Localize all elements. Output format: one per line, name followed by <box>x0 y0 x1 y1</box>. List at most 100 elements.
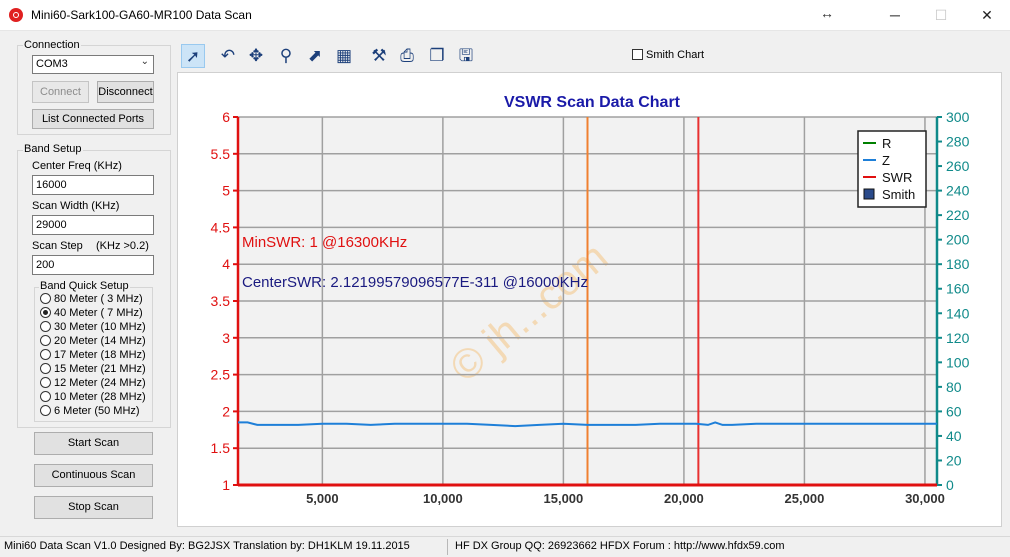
status-bar: Mini60 Data Scan V1.0 Designed By: BG2JS… <box>0 536 1010 557</box>
y-left-tick-label: 2.5 <box>211 367 231 383</box>
port-select-value: COM3 <box>36 58 68 70</box>
band-setup-group-label: Band Setup <box>23 143 83 155</box>
maximize-button[interactable]: ☐ <box>918 0 964 30</box>
chevron-down-icon: ⌄ <box>140 56 149 67</box>
x-tick-label: 5,000 <box>306 491 339 506</box>
print-icon[interactable]: ⎙ <box>395 44 419 68</box>
status-forum: HF DX Group QQ: 26923662 HFDX Forum : ht… <box>455 540 785 552</box>
save-icon[interactable]: 🖫 <box>454 44 478 68</box>
export-image-icon[interactable]: ⬈ <box>303 44 327 68</box>
band-radio-1[interactable]: 40 Meter ( 7 MHz) <box>40 306 143 320</box>
radio-dot <box>40 405 51 416</box>
chart-title: VSWR Scan Data Chart <box>504 94 681 111</box>
zoom-icon[interactable]: ⚲ <box>274 44 298 68</box>
y-left-tick-label: 1 <box>222 477 230 493</box>
y-left-tick-label: 6 <box>222 109 230 125</box>
band-radio-4[interactable]: 17 Meter (18 MHz) <box>40 348 146 362</box>
y-right-tick-label: 280 <box>946 134 970 150</box>
radio-dot <box>40 321 51 332</box>
radio-dot <box>40 349 51 360</box>
center-swr-annotation: CenterSWR: 2.12199579096577E-311 @16000K… <box>242 274 588 291</box>
y-right-tick-label: 80 <box>946 379 962 395</box>
minimize-button[interactable]: ─ <box>872 0 918 30</box>
radio-dot <box>40 335 51 346</box>
vswr-chart[interactable]: VSWR Scan Data Chart© jh...com5,000 10,00… <box>178 73 1001 526</box>
y-right-tick-label: 300 <box>946 109 970 125</box>
scan-step-label: Scan Step <box>32 240 83 252</box>
tools-icon[interactable]: ⚒ <box>367 44 391 68</box>
scan-width-input[interactable]: 29000 <box>32 215 154 235</box>
band-radio-0[interactable]: 80 Meter ( 3 MHz) <box>40 292 143 306</box>
radio-dot <box>40 391 51 402</box>
band-radio-label: 40 Meter ( 7 MHz) <box>54 307 143 319</box>
band-radio-6[interactable]: 12 Meter (24 MHz) <box>40 376 146 390</box>
start-scan-button[interactable]: Start Scan <box>34 432 153 455</box>
band-radio-label: 17 Meter (18 MHz) <box>54 349 146 361</box>
band-radio-2[interactable]: 30 Meter (10 MHz) <box>40 320 146 334</box>
band-radio-label: 12 Meter (24 MHz) <box>54 377 146 389</box>
connection-group-label: Connection <box>23 39 81 51</box>
min-swr-annotation: MinSWR: 1 @16300KHz <box>242 234 407 251</box>
connect-button[interactable]: Connect <box>32 81 89 103</box>
stop-scan-button[interactable]: Stop Scan <box>34 496 153 519</box>
undo-icon[interactable]: ↶ <box>216 44 240 68</box>
band-radio-8[interactable]: 6 Meter (50 MHz) <box>40 404 140 418</box>
radio-dot <box>40 307 51 318</box>
y-left-tick-label: 3.5 <box>211 293 231 309</box>
legend-label-z: Z <box>882 153 890 168</box>
radio-dot <box>40 363 51 374</box>
move-icon[interactable]: ✥ <box>244 44 268 68</box>
center-freq-label: Center Freq (KHz) <box>32 160 122 172</box>
y-right-tick-label: 240 <box>946 183 970 199</box>
x-tick-label: 15,000 <box>544 491 584 506</box>
y-left-tick-label: 1.5 <box>211 440 231 456</box>
chart-toolbar: ➚ ↶ ✥ ⚲ ⬈ ▦ ⚒ ⎙ ❐ 🖫 Smith Chart <box>177 41 1002 71</box>
legend-label-smith: Smith <box>882 187 915 202</box>
legend-label-r: R <box>882 136 891 151</box>
y-left-tick-label: 5.5 <box>211 146 231 162</box>
y-left-tick-label: 2 <box>222 403 230 419</box>
smith-chart-label: Smith Chart <box>646 49 705 61</box>
y-right-tick-label: 180 <box>946 256 970 272</box>
band-quick-setup-label: Band Quick Setup <box>39 280 130 292</box>
window-title: Mini60-Sark100-GA60-MR100 Data Scan <box>31 8 252 22</box>
list-ports-button[interactable]: List Connected Ports <box>32 109 154 129</box>
center-freq-input[interactable]: 16000 <box>32 175 154 195</box>
band-radio-label: 10 Meter (28 MHz) <box>54 391 146 403</box>
data-table-icon[interactable]: ▦ <box>332 44 356 68</box>
pointer-icon[interactable]: ➚ <box>181 44 205 68</box>
y-right-tick-label: 220 <box>946 207 970 223</box>
scan-step-input[interactable]: 200 <box>32 255 154 275</box>
disconnect-button[interactable]: Disconnect <box>97 81 154 103</box>
legend-label-swr: SWR <box>882 170 912 185</box>
port-select[interactable]: COM3 ⌄ <box>32 55 154 74</box>
close-button[interactable]: ✕ <box>964 0 1010 30</box>
band-radio-7[interactable]: 10 Meter (28 MHz) <box>40 390 146 404</box>
y-left-tick-label: 3 <box>222 330 230 346</box>
smith-chart-checkbox[interactable]: Smith Chart <box>632 49 704 61</box>
band-radio-3[interactable]: 20 Meter (14 MHz) <box>40 334 146 348</box>
x-tick-label: 30,000 <box>905 491 945 506</box>
y-right-tick-label: 40 <box>946 428 962 444</box>
band-radio-label: 30 Meter (10 MHz) <box>54 321 146 333</box>
copy-icon[interactable]: ❐ <box>425 44 449 68</box>
band-radio-label: 20 Meter (14 MHz) <box>54 335 146 347</box>
x-tick-label: 25,000 <box>785 491 825 506</box>
scan-width-label: Scan Width (KHz) <box>32 200 120 212</box>
y-right-tick-label: 100 <box>946 354 970 370</box>
double-arrow-icon[interactable]: ↔ <box>820 5 834 21</box>
app-icon <box>9 8 23 22</box>
checkbox-box <box>632 49 643 60</box>
status-credits: Mini60 Data Scan V1.0 Designed By: BG2JS… <box>4 540 410 552</box>
band-radio-label: 6 Meter (50 MHz) <box>54 405 140 417</box>
continuous-scan-button[interactable]: Continuous Scan <box>34 464 153 487</box>
y-right-tick-label: 120 <box>946 330 970 346</box>
y-right-tick-label: 140 <box>946 305 970 321</box>
band-radio-5[interactable]: 15 Meter (21 MHz) <box>40 362 146 376</box>
y-right-tick-label: 0 <box>946 477 954 493</box>
x-tick-label: 10,000 <box>423 491 463 506</box>
y-left-tick-label: 4.5 <box>211 219 231 235</box>
y-right-tick-label: 60 <box>946 403 962 419</box>
chart-panel: VSWR Scan Data Chart © jh...com 5,000 10,00… <box>177 72 1002 527</box>
title-bar: Mini60-Sark100-GA60-MR100 Data Scan ↔ ─ … <box>0 0 1010 31</box>
